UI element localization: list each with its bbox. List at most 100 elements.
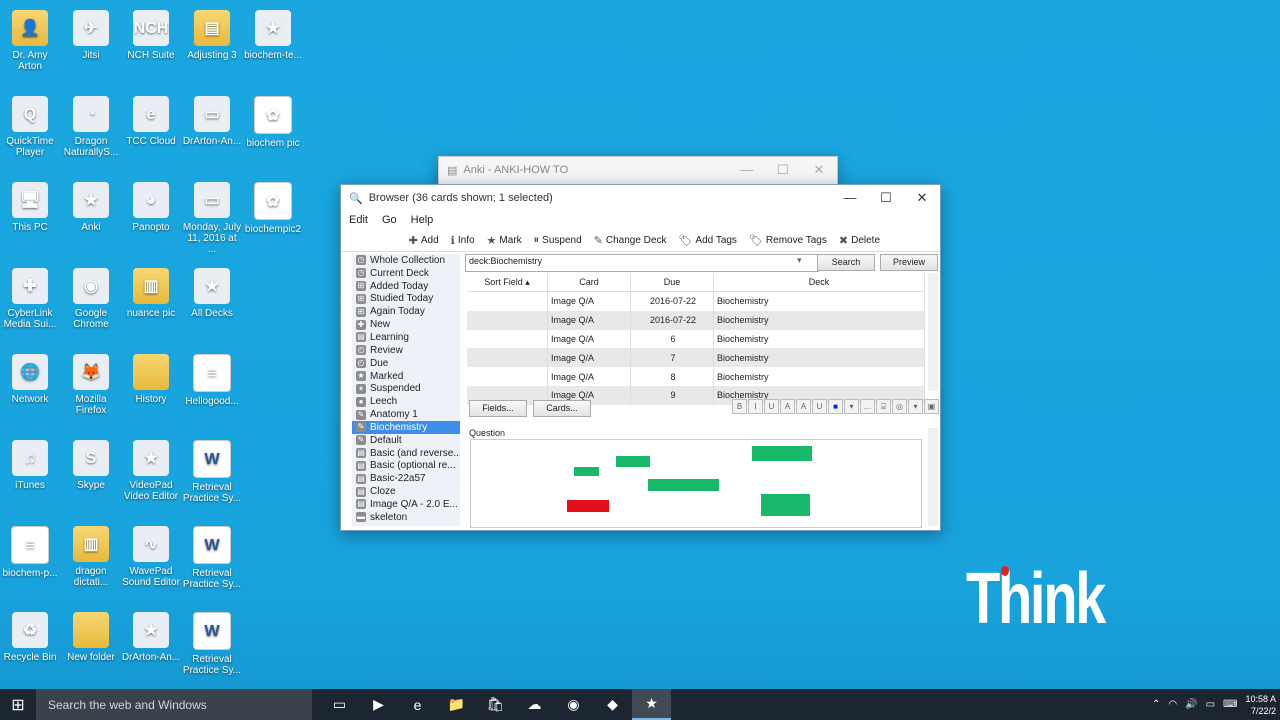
desktop-icon[interactable]: ✿ biochempic2 (243, 182, 303, 235)
sidebar-item[interactable]: ◴ Review (352, 344, 460, 357)
toolbar-button-add-tags[interactable]: 🏷 Add Tags (678, 234, 736, 247)
sidebar-item[interactable]: ▤ Learning (352, 331, 460, 344)
desktop-icon[interactable]: ★ VideoPad Video Editor (121, 440, 181, 502)
sidebar-item[interactable]: ▤ Basic (and reverse... (352, 447, 460, 460)
desktop-icon[interactable]: ▭ Monday, July 11, 2016 at ... (182, 182, 242, 255)
toolbar-button-change-deck[interactable]: ✎ Change Deck (594, 234, 667, 247)
format-button[interactable]: ▣ (924, 399, 939, 414)
desktop-icon[interactable]: ▥ dragon dictati... (61, 526, 121, 588)
desktop-icon[interactable]: ▭ DrArton-An... (182, 96, 242, 147)
fields-button[interactable]: Fields... (469, 400, 527, 417)
search-input[interactable]: deck:Biochemistry (465, 254, 819, 272)
format-button[interactable]: ▾ (908, 399, 923, 414)
desktop-icon[interactable]: ★ All Decks (182, 268, 242, 319)
desktop-icon[interactable]: W Retrieval Practice Sy... (182, 526, 242, 590)
format-button[interactable]: U (812, 399, 827, 414)
sidebar-item[interactable]: ✎ Biochemistry (352, 420, 460, 434)
desktop-icon[interactable]: 🖥 This PC (0, 182, 60, 233)
desktop-icon[interactable]: ✿ biochem pic (243, 96, 303, 149)
taskbar-search-input[interactable]: Search the web and Windows (36, 689, 312, 720)
taskbar-app-icon[interactable]: ▭ (320, 689, 359, 720)
clock[interactable]: 10:58 A 7/22/2 (1245, 693, 1276, 717)
toolbar-button-add[interactable]: ✚ Add (409, 234, 439, 247)
format-button[interactable]: U (764, 399, 779, 414)
format-button[interactable]: A (796, 399, 811, 414)
table-row[interactable]: Image Q/A 2016-07-22 Biochemistry (467, 310, 925, 330)
sidebar-item[interactable]: ▤ Image Q/A - 2.0 E... (352, 498, 460, 511)
anki-main-window[interactable]: ▤ Anki - ANKI-HOW TO — ☐ ✕ (438, 156, 838, 186)
menu-edit[interactable]: Edit (349, 214, 368, 226)
menu-go[interactable]: Go (382, 214, 397, 226)
format-button[interactable]: … (860, 399, 875, 414)
format-button[interactable]: ▾ (844, 399, 859, 414)
question-editor[interactable] (470, 439, 922, 528)
taskbar-app-icon[interactable]: ◉ (554, 689, 593, 720)
menu-help[interactable]: Help (411, 214, 434, 226)
notification-icon[interactable]: ▭ (1206, 699, 1215, 710)
sidebar-item[interactable]: ▤ Basic-22a57 (352, 472, 460, 485)
desktop-icon[interactable]: ✈ Jitsi (61, 10, 121, 61)
taskbar-app-icon[interactable]: e (398, 689, 437, 720)
sidebar-item[interactable]: ✚ New (352, 318, 460, 331)
desktop-icon[interactable]: Q QuickTime Player (0, 96, 60, 158)
taskbar-app-icon[interactable]: ★ (632, 689, 671, 720)
volume-icon[interactable]: 🔊 (1185, 699, 1197, 710)
format-button[interactable]: A (780, 399, 795, 414)
keyboard-icon[interactable]: ⌨ (1223, 699, 1237, 710)
sidebar-item[interactable]: ⏸ Suspended (352, 382, 460, 395)
preview-button[interactable]: Preview (880, 254, 938, 271)
close-button[interactable]: ✕ (801, 162, 837, 178)
column-deck[interactable]: Deck (713, 273, 925, 292)
sidebar-item[interactable]: ⊞ Again Today (352, 305, 460, 318)
minimize-button[interactable]: — (729, 162, 765, 178)
desktop-icon[interactable]: New folder (61, 612, 121, 663)
sidebar-item[interactable]: ✎ Anatomy 1 (352, 408, 460, 421)
column-card[interactable]: Card (547, 273, 631, 292)
network-icon[interactable]: ◠ (1168, 699, 1177, 710)
windows-start-icon[interactable]: ⊞ (0, 689, 36, 720)
format-button[interactable]: B (732, 399, 747, 414)
sidebar-item[interactable]: ▤ Cloze (352, 485, 460, 498)
desktop-icon[interactable]: History (121, 354, 181, 405)
desktop-icon[interactable]: e TCC Cloud (121, 96, 181, 147)
search-button[interactable]: Search (817, 254, 875, 271)
desktop-icon[interactable]: 🌐 Network (0, 354, 60, 405)
table-row[interactable]: Image Q/A 6 Biochemistry (467, 329, 925, 349)
table-row[interactable]: Image Q/A 2016-07-22 Biochemistry (467, 291, 925, 311)
desktop-icon[interactable]: ♫ iTunes (0, 440, 60, 491)
toolbar-button-remove-tags[interactable]: 🏷 Remove Tags (749, 234, 827, 247)
desktop-icon[interactable]: ◔ Dragon NaturallyS... (61, 96, 121, 158)
sidebar-item[interactable]: ★ Marked (352, 370, 460, 383)
sidebar-item[interactable]: ⊞ Studied Today (352, 293, 460, 306)
desktop-icon[interactable]: S Skype (61, 440, 121, 491)
close-button[interactable]: ✕ (904, 190, 940, 206)
sidebar-item[interactable]: ◷ Current Deck (352, 267, 460, 280)
desktop-icon[interactable]: W Retrieval Practice Sy... (182, 440, 242, 504)
sidebar-item[interactable]: ● Leech (352, 395, 460, 408)
minimize-button[interactable]: — (832, 190, 868, 206)
sidebar-item[interactable]: ◴ Due (352, 357, 460, 370)
column-due[interactable]: Due (630, 273, 714, 292)
sidebar-item[interactable]: ◷ Whole Collection (352, 254, 460, 267)
format-button[interactable]: ◎ (892, 399, 907, 414)
taskbar-app-icon[interactable]: ▶ (359, 689, 398, 720)
desktop-icon[interactable]: ▥ nuance pic (121, 268, 181, 319)
desktop-icon[interactable]: ≡ biochem-p... (0, 526, 60, 579)
toolbar-button-delete[interactable]: ✖ Delete (839, 234, 880, 247)
desktop-icon[interactable]: NCH NCH Suite (121, 10, 181, 61)
toolbar-button-suspend[interactable]: ⏸ Suspend (534, 234, 582, 247)
desktop-icon[interactable]: W Retrieval Practice Sy... (182, 612, 242, 676)
desktop-icon[interactable]: ★ biochem-te... (243, 10, 303, 61)
table-scrollbar[interactable] (928, 273, 938, 391)
taskbar-app-icon[interactable]: ☁ (515, 689, 554, 720)
desktop-icon[interactable]: ≡ Hellogood... (182, 354, 242, 407)
format-button[interactable]: ⌸ (876, 399, 891, 414)
desktop-icon[interactable]: ◕ Panopto (121, 182, 181, 233)
desktop-icon[interactable]: ✚ CyberLink Media Sui... (0, 268, 60, 330)
browser-window[interactable]: 🔍 Browser (36 cards shown; 1 selected) —… (340, 184, 941, 531)
taskbar-app-icon[interactable]: 📁 (437, 689, 476, 720)
desktop-icon[interactable]: ◉ Google Chrome (61, 268, 121, 330)
desktop-icon[interactable]: ★ DrArton-An... (121, 612, 181, 663)
format-button[interactable]: I (748, 399, 763, 414)
desktop-icon[interactable]: ★ Anki (61, 182, 121, 233)
